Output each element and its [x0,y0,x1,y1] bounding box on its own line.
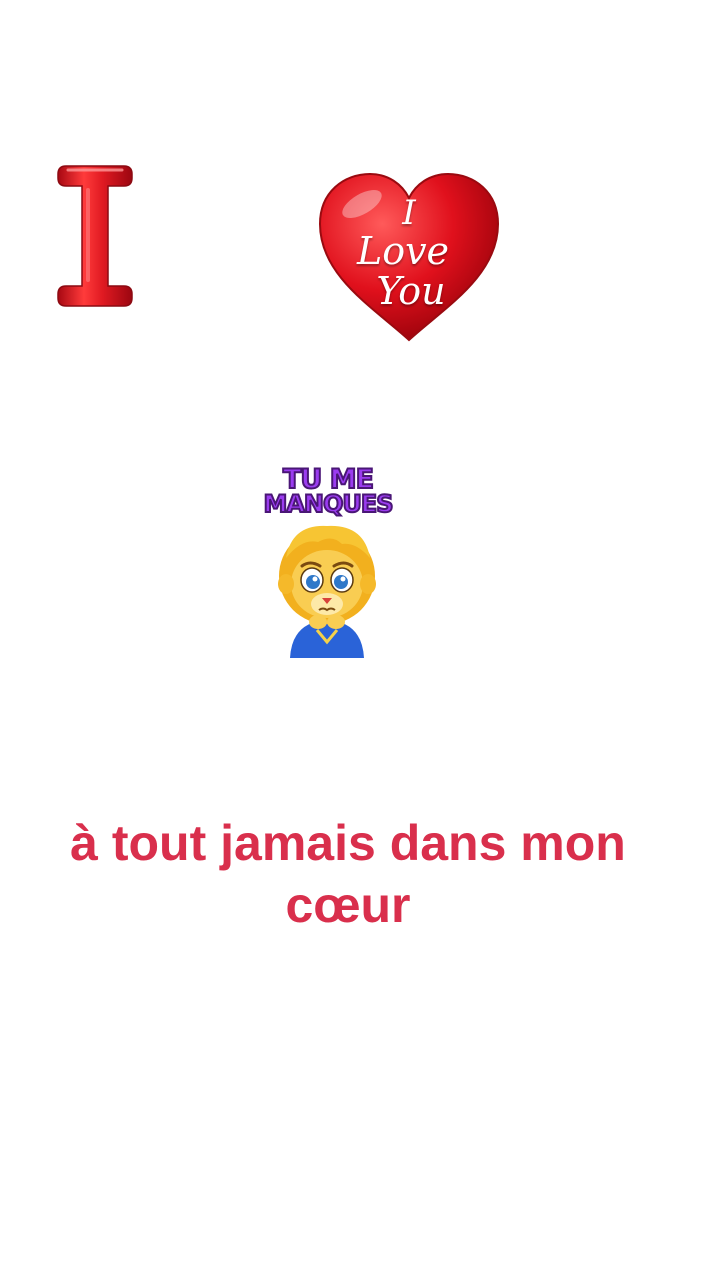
sticker-caption-line2: MANQUES [262,490,394,518]
caption-line1: à tout jamais dans mon [70,815,626,871]
heart-sticker[interactable]: I Love You [314,168,504,344]
video-canvas: I Love You TU ME MANQUES à tout jamais d… [0,0,720,1280]
tu-me-manques-sticker[interactable]: TU ME MANQUES [258,462,398,658]
caption-text: à tout jamais dans mon cœur [20,812,676,936]
heart-text-line3: You [376,269,446,313]
sticker-caption-line1: TU ME [282,464,375,495]
heart-text-line2: Love [356,229,450,273]
caption-line2: cœur [285,877,411,933]
lion-cub-icon [278,525,376,658]
heart-text-line1: I [402,193,416,233]
letter-i-sticker[interactable] [52,160,138,312]
